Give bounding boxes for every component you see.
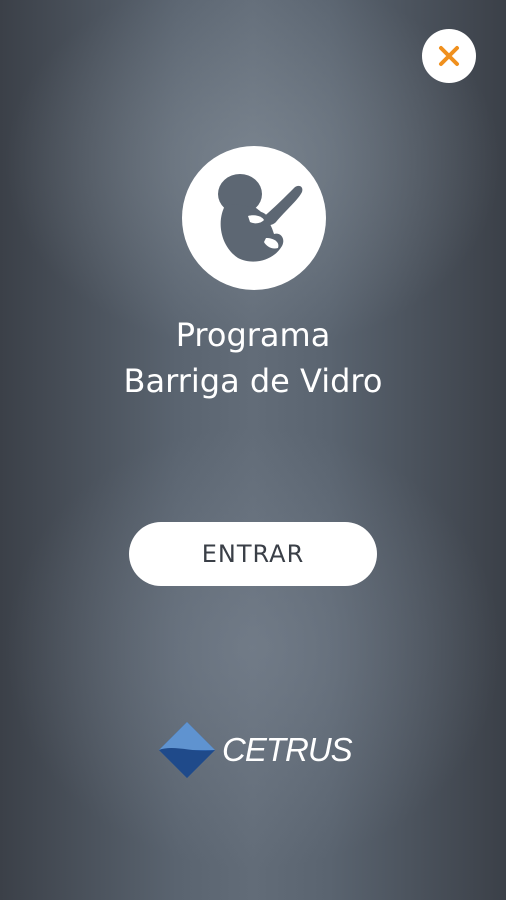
close-icon (439, 46, 459, 66)
enter-button[interactable]: ENTRAR (129, 522, 377, 586)
app-title-line-1: Programa (175, 316, 331, 354)
enter-button-label: ENTRAR (201, 540, 305, 568)
cetrus-diamond-icon (159, 722, 215, 778)
close-button[interactable] (422, 29, 476, 83)
fetus-icon (182, 146, 326, 290)
cetrus-logo-text: CETRUS (222, 731, 353, 768)
cetrus-logo: CETRUS (158, 721, 353, 779)
app-title-line-2: Barriga de Vidro (123, 362, 383, 400)
app-title: Programa Barriga de Vidro (0, 312, 506, 404)
